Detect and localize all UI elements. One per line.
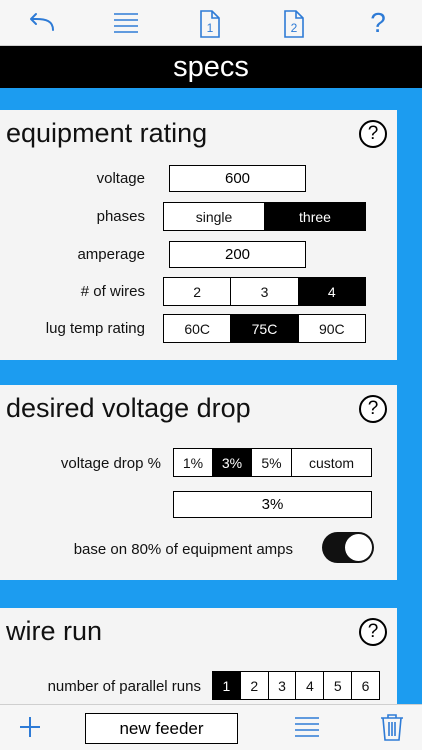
phases-option-three[interactable]: three [265,203,365,230]
wires-option-4[interactable]: 4 [298,278,365,305]
new-feeder-button[interactable]: new feeder [85,713,238,744]
undo-arrow-icon[interactable] [22,4,62,42]
base-80-label: base on 80% of equipment amps [73,541,293,558]
top-toolbar: 1 2 ? [0,0,422,46]
voltage-drop-help-icon[interactable]: ? [359,395,387,423]
question-mark-icon: ? [370,7,386,38]
page-2-label: 2 [291,21,298,35]
wires-segmented: 2 3 4 [163,277,366,306]
amperage-label: amperage [77,246,145,263]
parallel-option-4[interactable]: 4 [296,672,325,699]
voltage-drop-heading: desired voltage drop [6,393,251,423]
wire-run-card: wire run ? number of parallel runs 1 2 3… [0,608,397,704]
plus-icon[interactable] [18,715,42,744]
wire-run-help-icon[interactable]: ? [359,618,387,646]
base-80-toggle[interactable] [322,532,374,563]
wires-option-2[interactable]: 2 [164,278,232,305]
parallel-option-1[interactable]: 1 [213,672,241,699]
parallel-option-2[interactable]: 2 [241,672,269,699]
vd-option-1[interactable]: 1% [174,449,213,476]
parallel-option-3[interactable]: 3 [269,672,297,699]
voltage-field[interactable]: 600 [169,165,306,192]
phases-label: phases [96,208,145,225]
toggle-knob [345,534,372,561]
vd-option-3[interactable]: 3% [213,449,252,476]
parallel-runs-segmented: 1 2 3 4 5 6 [212,671,380,700]
phases-segmented: single three [163,202,366,231]
equipment-rating-card: equipment rating ? voltage 600 phases si… [0,110,397,360]
voltage-drop-segmented: 1% 3% 5% custom [173,448,372,477]
phases-option-single[interactable]: single [164,203,265,230]
page-1-label: 1 [207,21,214,35]
equipment-rating-heading: equipment rating [6,118,208,148]
help-button[interactable]: ? [358,4,398,42]
parallel-runs-label: number of parallel runs [47,678,201,695]
parallel-option-6[interactable]: 6 [352,672,379,699]
list-icon[interactable] [294,715,320,744]
page-2-icon: 2 [284,10,304,38]
page-1-button[interactable]: 1 [190,4,230,42]
list-icon[interactable] [106,4,146,42]
page-1-icon: 1 [200,10,220,38]
vd-option-5[interactable]: 5% [252,449,292,476]
parallel-option-5[interactable]: 5 [324,672,353,699]
voltage-label: voltage [96,170,145,187]
voltage-drop-card: desired voltage drop ? voltage drop % 1%… [0,385,397,580]
vd-option-custom[interactable]: custom [292,449,371,476]
trash-icon[interactable] [380,713,404,746]
lug-option-75c[interactable]: 75C [231,315,299,342]
lug-temp-label: lug temp rating [45,320,145,337]
voltage-drop-value-field[interactable]: 3% [173,491,372,518]
voltage-drop-label: voltage drop % [60,455,161,472]
lug-option-60c[interactable]: 60C [164,315,232,342]
wires-label: # of wires [80,283,145,300]
page-title: specs [0,46,422,88]
lug-temp-segmented: 60C 75C 90C [163,314,366,343]
bottom-toolbar: new feeder [0,704,422,750]
page-2-button[interactable]: 2 [274,4,314,42]
amperage-field[interactable]: 200 [169,241,306,268]
equipment-help-icon[interactable]: ? [359,120,387,148]
wire-run-heading: wire run [6,616,103,646]
lug-option-90c[interactable]: 90C [299,315,365,342]
wires-option-3[interactable]: 3 [231,278,299,305]
